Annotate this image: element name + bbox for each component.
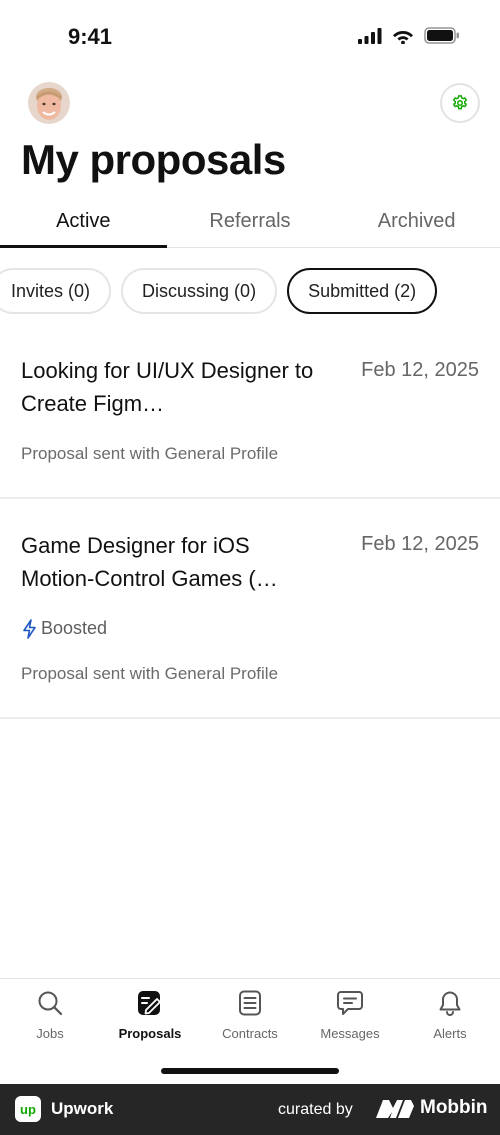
contracts-icon [239,990,261,1016]
proposal-title: Looking for UI/UX Designer to Create Fig… [21,358,314,416]
proposal-date: Feb 12, 2025 [361,359,479,381]
upwork-logo-text: up [20,1101,36,1117]
proposal-subtitle: Proposal sent with General Profile [21,664,279,683]
nav-alerts-label: Alerts [433,1026,467,1041]
mobbin-brand: Mobbin [376,1097,488,1119]
status-icons [358,27,460,44]
home-indicator [161,1068,339,1074]
footer-curated-by: curated by [278,1101,353,1118]
proposal-item[interactable]: Game Designer for iOS Motion-Control Gam… [0,499,500,719]
page-title: My proposals [21,136,286,183]
nav-alerts[interactable]: Alerts [400,989,500,1041]
avatar-image [28,82,70,124]
chip-discussing[interactable]: Discussing (0) [121,268,278,314]
bottom-nav: Jobs Proposals Contracts Messages Alerts [0,978,500,1084]
nav-contracts[interactable]: Contracts [200,989,300,1041]
footer-app-name: Upwork [51,1099,114,1118]
tab-active[interactable]: Active [0,196,167,248]
bell-icon [439,991,461,1016]
lightning-icon [23,618,36,639]
nav-messages[interactable]: Messages [300,989,400,1041]
footer-bar: up Upwork curated by Mobbin [0,1084,500,1135]
upwork-logo: up [15,1096,41,1122]
proposals-icon [138,991,161,1015]
status-time: 9:41 [68,24,113,49]
proposal-title: Game Designer for iOS Motion-Control Gam… [21,533,278,591]
nav-jobs[interactable]: Jobs [0,989,100,1041]
tab-referrals[interactable]: Referrals [167,196,334,247]
proposal-subtitle: Proposal sent with General Profile [21,444,279,463]
status-bar: 9:41 [0,0,500,74]
cellular-signal-icon [358,27,382,44]
gear-icon [453,95,467,110]
chip-invites[interactable]: Invites (0) [0,268,112,314]
settings-button[interactable] [440,83,480,123]
tab-archived[interactable]: Archived [333,196,500,247]
nav-proposals[interactable]: Proposals [100,989,200,1041]
mobbin-logo-icon [376,1100,414,1118]
nav-proposals-label: Proposals [118,1026,182,1041]
boosted-badge: Boosted [22,618,107,639]
chip-submitted[interactable]: Submitted (2) [287,268,438,314]
proposal-date: Feb 12, 2025 [361,533,479,555]
search-icon [38,991,63,1016]
boosted-label: Boosted [41,618,108,638]
mobbin-brand-name: Mobbin [420,1097,488,1118]
proposal-item[interactable]: Looking for UI/UX Designer to Create Fig… [0,330,500,499]
nav-jobs-label: Jobs [36,1026,64,1041]
wifi-icon [393,30,413,44]
messages-icon [337,991,363,1015]
tab-bar: Active Referrals Archived [0,196,500,248]
battery-icon [424,27,459,44]
nav-contracts-label: Contracts [222,1026,278,1041]
filter-chips: Invites (0) Discussing (0) Submitted (2) [0,268,438,314]
avatar[interactable] [28,82,70,124]
nav-messages-label: Messages [320,1026,380,1041]
